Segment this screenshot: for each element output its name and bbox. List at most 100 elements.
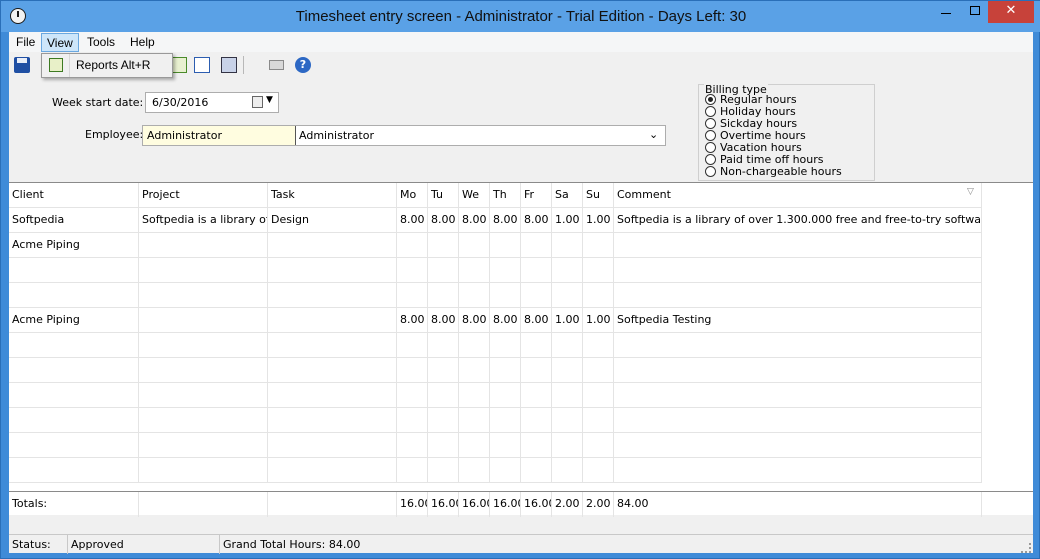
minimize-button[interactable] (931, 1, 961, 23)
cell-tu[interactable] (428, 408, 459, 433)
column-header-su[interactable]: Su (583, 183, 614, 208)
cell-comment[interactable] (614, 433, 982, 458)
cell-we[interactable] (459, 358, 490, 383)
column-header-fr[interactable]: Fr (521, 183, 552, 208)
cell-client[interactable] (9, 408, 139, 433)
maximize-button[interactable] (961, 1, 988, 23)
save-icon[interactable] (14, 57, 30, 73)
resize-grip-icon[interactable] (1021, 543, 1031, 553)
column-header-tu[interactable]: Tu (428, 183, 459, 208)
cell-mo[interactable] (397, 433, 428, 458)
calendar-icon[interactable] (252, 96, 263, 108)
filter-icon[interactable]: ▽ (967, 187, 974, 197)
help-icon[interactable]: ? (295, 57, 311, 73)
cell-tu[interactable] (428, 258, 459, 283)
menu-view[interactable]: View (41, 33, 79, 52)
cell-tu[interactable] (428, 283, 459, 308)
cell-fr[interactable] (521, 333, 552, 358)
cell-task[interactable] (268, 283, 397, 308)
cell-su[interactable] (583, 433, 614, 458)
radio-button[interactable] (705, 142, 716, 153)
cell-task[interactable] (268, 358, 397, 383)
column-header-we[interactable]: We (459, 183, 490, 208)
cell-th[interactable] (490, 258, 521, 283)
email-icon[interactable] (269, 60, 284, 70)
cell-fr[interactable]: 8.00 (521, 308, 552, 333)
cell-mo[interactable]: 8.00 (397, 208, 428, 233)
chevron-down-icon[interactable]: ⌄ (649, 128, 658, 141)
cell-mo[interactable] (397, 233, 428, 258)
table-row[interactable] (9, 358, 982, 383)
cell-project[interactable] (139, 258, 268, 283)
cell-fr[interactable] (521, 283, 552, 308)
cell-client[interactable] (9, 358, 139, 383)
cell-th[interactable]: 8.00 (490, 208, 521, 233)
cell-sa[interactable] (552, 383, 583, 408)
radio-button[interactable] (705, 130, 716, 141)
cell-client[interactable] (9, 383, 139, 408)
cell-mo[interactable]: 8.00 (397, 308, 428, 333)
table-row[interactable] (9, 433, 982, 458)
cell-project[interactable] (139, 233, 268, 258)
cell-su[interactable]: 1.00 (583, 308, 614, 333)
cell-th[interactable] (490, 458, 521, 483)
cell-project[interactable] (139, 308, 268, 333)
cell-th[interactable] (490, 408, 521, 433)
cell-tu[interactable]: 8.00 (428, 308, 459, 333)
cell-comment[interactable] (614, 358, 982, 383)
cell-task[interactable] (268, 458, 397, 483)
cell-th[interactable] (490, 333, 521, 358)
cell-we[interactable]: 8.00 (459, 208, 490, 233)
cell-mo[interactable] (397, 283, 428, 308)
cell-fr[interactable] (521, 458, 552, 483)
cell-client[interactable]: Acme Piping (9, 308, 139, 333)
table-row[interactable] (9, 383, 982, 408)
cell-sa[interactable]: 1.00 (552, 308, 583, 333)
cell-sa[interactable] (552, 408, 583, 433)
cell-mo[interactable] (397, 333, 428, 358)
cell-sa[interactable] (552, 458, 583, 483)
cell-mo[interactable] (397, 358, 428, 383)
cell-fr[interactable] (521, 408, 552, 433)
cell-project[interactable] (139, 458, 268, 483)
cell-sa[interactable] (552, 283, 583, 308)
cell-sa[interactable] (552, 433, 583, 458)
cell-task[interactable] (268, 233, 397, 258)
table-row[interactable]: Acme Piping 8.00 8.00 8.00 8.00 8.00 1.00 1.00 S… (9, 308, 982, 333)
cell-tu[interactable] (428, 333, 459, 358)
cell-sa[interactable]: 1.00 (552, 208, 583, 233)
cell-task[interactable]: Design (268, 208, 397, 233)
radio-button[interactable] (705, 106, 716, 117)
cell-su[interactable] (583, 408, 614, 433)
radio-button[interactable] (705, 166, 716, 177)
cell-task[interactable] (268, 308, 397, 333)
menu-tools[interactable]: Tools (82, 33, 120, 52)
menu-item-reports[interactable]: Reports Alt+R (76, 54, 150, 77)
week-start-date-picker[interactable]: 6/30/2016 ▼ (145, 92, 279, 113)
cell-fr[interactable] (521, 383, 552, 408)
cell-th[interactable] (490, 433, 521, 458)
table-row[interactable]: Acme Piping (9, 233, 982, 258)
column-header-mo[interactable]: Mo (397, 183, 428, 208)
cell-tu[interactable] (428, 358, 459, 383)
cell-client[interactable] (9, 458, 139, 483)
cell-we[interactable] (459, 383, 490, 408)
cell-su[interactable] (583, 233, 614, 258)
cell-su[interactable] (583, 458, 614, 483)
table-row[interactable]: SoftpediaSoftpedia is a library of over … (9, 208, 982, 233)
menu-help[interactable]: Help (125, 33, 160, 52)
cell-su[interactable] (583, 383, 614, 408)
cell-th[interactable]: 8.00 (490, 308, 521, 333)
cell-fr[interactable] (521, 258, 552, 283)
cell-sa[interactable] (552, 333, 583, 358)
cell-su[interactable] (583, 333, 614, 358)
cell-project[interactable]: Softpedia is a library of over 1.300.000… (139, 208, 268, 233)
chevron-down-icon[interactable]: ▼ (266, 95, 273, 105)
cell-su[interactable] (583, 358, 614, 383)
cell-comment[interactable] (614, 408, 982, 433)
radio-button[interactable] (705, 154, 716, 165)
cell-tu[interactable] (428, 458, 459, 483)
cell-we[interactable] (459, 233, 490, 258)
cell-th[interactable] (490, 283, 521, 308)
cell-comment[interactable] (614, 333, 982, 358)
